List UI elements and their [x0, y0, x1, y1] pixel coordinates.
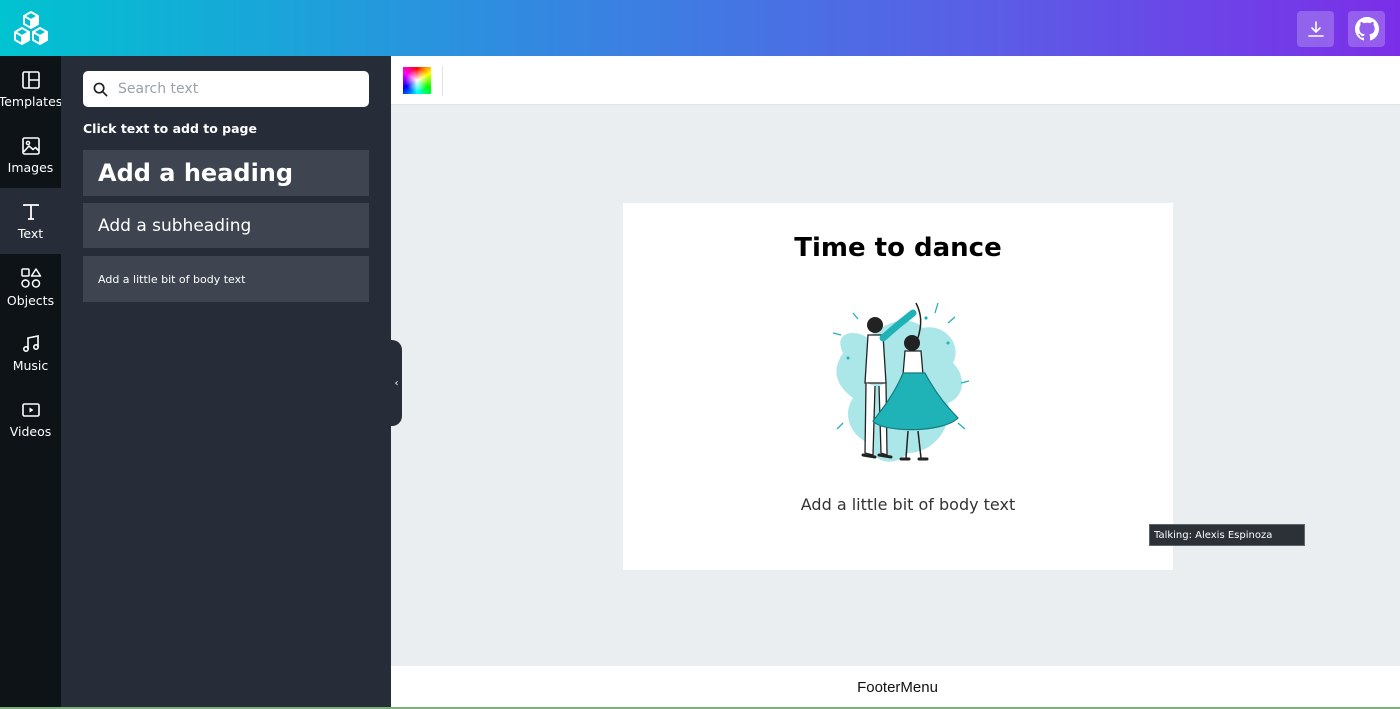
rail-label: Templates	[0, 93, 63, 109]
music-icon	[22, 334, 39, 352]
footer-menu[interactable]: FooterMenu	[395, 667, 1400, 707]
side-rail: Templates Images Text Objects Music Vide…	[0, 56, 63, 709]
rail-label: Music	[12, 357, 49, 373]
color-picker-button[interactable]	[403, 67, 431, 94]
panel-caption: Click text to add to page	[83, 121, 257, 136]
talking-tooltip: Talking: Alexis Espinoza	[1149, 524, 1305, 546]
add-heading-button[interactable]: Add a heading	[83, 150, 369, 196]
workspace: Time to dance Add a little bit of body t…	[391, 56, 1400, 666]
editor-toolbar	[391, 56, 1400, 105]
layout-icon	[21, 70, 40, 89]
github-icon	[1354, 17, 1379, 41]
rail-label: Objects	[6, 292, 55, 308]
rail-item-images[interactable]: Images	[0, 122, 61, 188]
rail-item-text[interactable]: Text	[0, 188, 61, 254]
search-box[interactable]	[83, 71, 369, 107]
design-page[interactable]: Time to dance Add a little bit of body t…	[623, 203, 1173, 570]
text-panel: Click text to add to page Add a heading …	[61, 56, 391, 709]
github-button[interactable]	[1348, 11, 1385, 47]
download-icon	[1307, 21, 1324, 37]
download-button[interactable]	[1297, 11, 1334, 47]
rail-label: Text	[17, 225, 44, 241]
rail-label: Videos	[9, 423, 52, 439]
page-title[interactable]: Time to dance	[623, 233, 1173, 263]
shapes-icon	[20, 267, 41, 288]
text-icon	[22, 203, 39, 220]
top-bar	[0, 0, 1400, 56]
add-subheading-button[interactable]: Add a subheading	[83, 203, 369, 248]
rail-item-objects[interactable]: Objects	[0, 254, 61, 320]
search-input[interactable]	[118, 81, 358, 97]
collapse-panel-button[interactable]: ‹	[391, 340, 402, 426]
image-icon	[21, 136, 40, 155]
page-body-text[interactable]: Add a little bit of body text	[623, 495, 1193, 514]
rail-label: Images	[7, 159, 54, 175]
rail-item-music[interactable]: Music	[0, 320, 61, 386]
dancing-couple-illustration[interactable]	[813, 283, 983, 478]
add-body-text-button[interactable]: Add a little bit of body text	[83, 256, 369, 302]
cubes-logo-icon[interactable]	[12, 10, 50, 48]
search-icon	[93, 82, 108, 96]
video-icon	[21, 402, 40, 417]
rail-item-templates[interactable]: Templates	[0, 56, 63, 122]
chevron-left-icon: ‹	[394, 377, 399, 389]
toolbar-divider	[442, 66, 443, 96]
rail-item-videos[interactable]: Videos	[0, 386, 61, 452]
